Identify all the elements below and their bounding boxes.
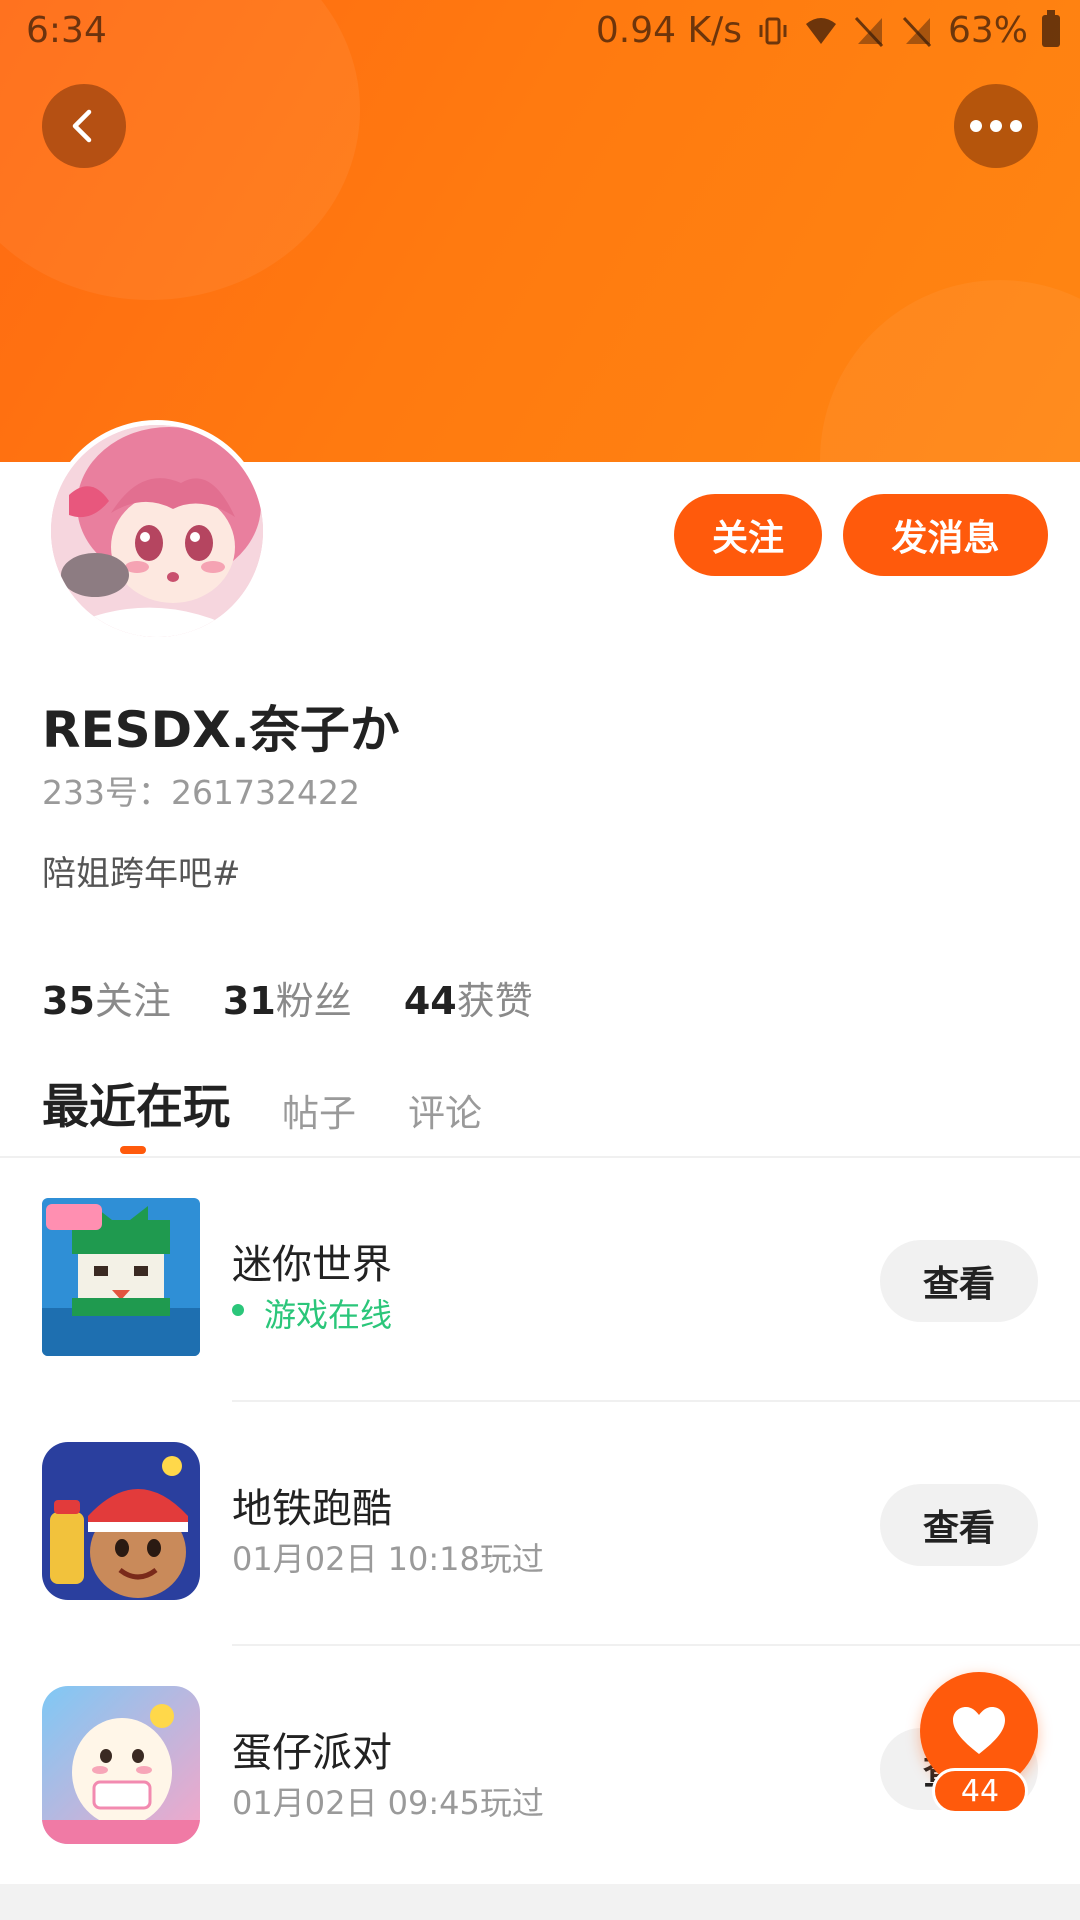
bottom-strip (0, 1884, 1080, 1920)
game-status: 游戏在线 (232, 1290, 392, 1336)
profile-banner: 6:34 0.94 K/s 63% (0, 0, 1080, 462)
vibrate-icon (759, 17, 787, 44)
game-name: 蛋仔派对 (232, 1730, 392, 1776)
tab-posts[interactable]: 帖子 (282, 1083, 356, 1137)
more-dots-icon (970, 120, 1022, 132)
follow-button[interactable]: 关注 (674, 494, 822, 576)
status-time: 6:34 (26, 10, 107, 51)
mini-world-icon (42, 1198, 200, 1356)
tab-recent-played[interactable]: 最近在玩 (42, 1068, 230, 1137)
avatar[interactable] (46, 420, 268, 642)
banner-decoration (820, 280, 1080, 462)
game-list-item[interactable]: 迷你世界 游戏在线 查看 (0, 1158, 1080, 1402)
battery-icon (1042, 9, 1060, 47)
user-bio: 陪姐跨年吧# (42, 854, 241, 894)
view-button[interactable]: 查看 (880, 1484, 1038, 1566)
stat-label: 关注 (94, 979, 171, 1023)
game-list-item[interactable]: 地铁跑酷 01月02日 10:18玩过 查看 (0, 1402, 1080, 1646)
more-button[interactable] (954, 84, 1038, 168)
send-message-button[interactable]: 发消息 (843, 494, 1048, 576)
heart-icon (953, 1707, 1005, 1754)
eggy-party-icon (42, 1686, 200, 1844)
tab-indicator (120, 1146, 146, 1154)
stat-value: 31 (222, 979, 276, 1023)
game-list-item[interactable]: 蛋仔派对 01月02日 09:45玩过 查看 (0, 1646, 1080, 1890)
status-bar: 6:34 0.94 K/s 63% (0, 0, 1080, 64)
last-played-time: 01月02日 10:18玩过 (232, 1540, 544, 1578)
tab-bar: 最近在玩 帖子 评论 (42, 1068, 482, 1137)
game-name: 地铁跑酷 (232, 1486, 392, 1532)
back-arrow-icon (72, 109, 92, 143)
network-speed: 0.94 K/s (595, 10, 742, 51)
stat-likes[interactable]: 44获赞 (404, 970, 533, 1025)
online-dot-icon (232, 1304, 244, 1316)
back-button[interactable] (42, 84, 126, 168)
subway-surfers-icon (42, 1442, 200, 1600)
stat-fans[interactable]: 31粉丝 (223, 970, 352, 1025)
battery-percent: 63% (947, 10, 1028, 51)
stat-label: 获赞 (456, 979, 533, 1023)
stat-following[interactable]: 35关注 (42, 970, 171, 1025)
wifi-icon (805, 17, 836, 44)
game-name: 迷你世界 (232, 1242, 392, 1288)
username: RESDX.奈子か (42, 701, 400, 759)
stat-label: 粉丝 (275, 979, 352, 1023)
tab-comments[interactable]: 评论 (408, 1083, 482, 1137)
view-button[interactable]: 查看 (880, 1240, 1038, 1322)
like-count-badge: 44 (932, 1768, 1028, 1814)
stat-value: 35 (42, 979, 95, 1023)
stats-bar: 35关注 31粉丝 44获赞 (42, 970, 533, 1025)
game-status-text: 游戏在线 (264, 1296, 393, 1334)
no-sim-icon (854, 16, 884, 47)
no-sim-icon (902, 16, 932, 47)
last-played-time: 01月02日 09:45玩过 (232, 1784, 544, 1822)
avatar-image (51, 425, 263, 637)
stat-value: 44 (403, 979, 457, 1023)
user-id: 233号：261732422 (42, 773, 360, 812)
